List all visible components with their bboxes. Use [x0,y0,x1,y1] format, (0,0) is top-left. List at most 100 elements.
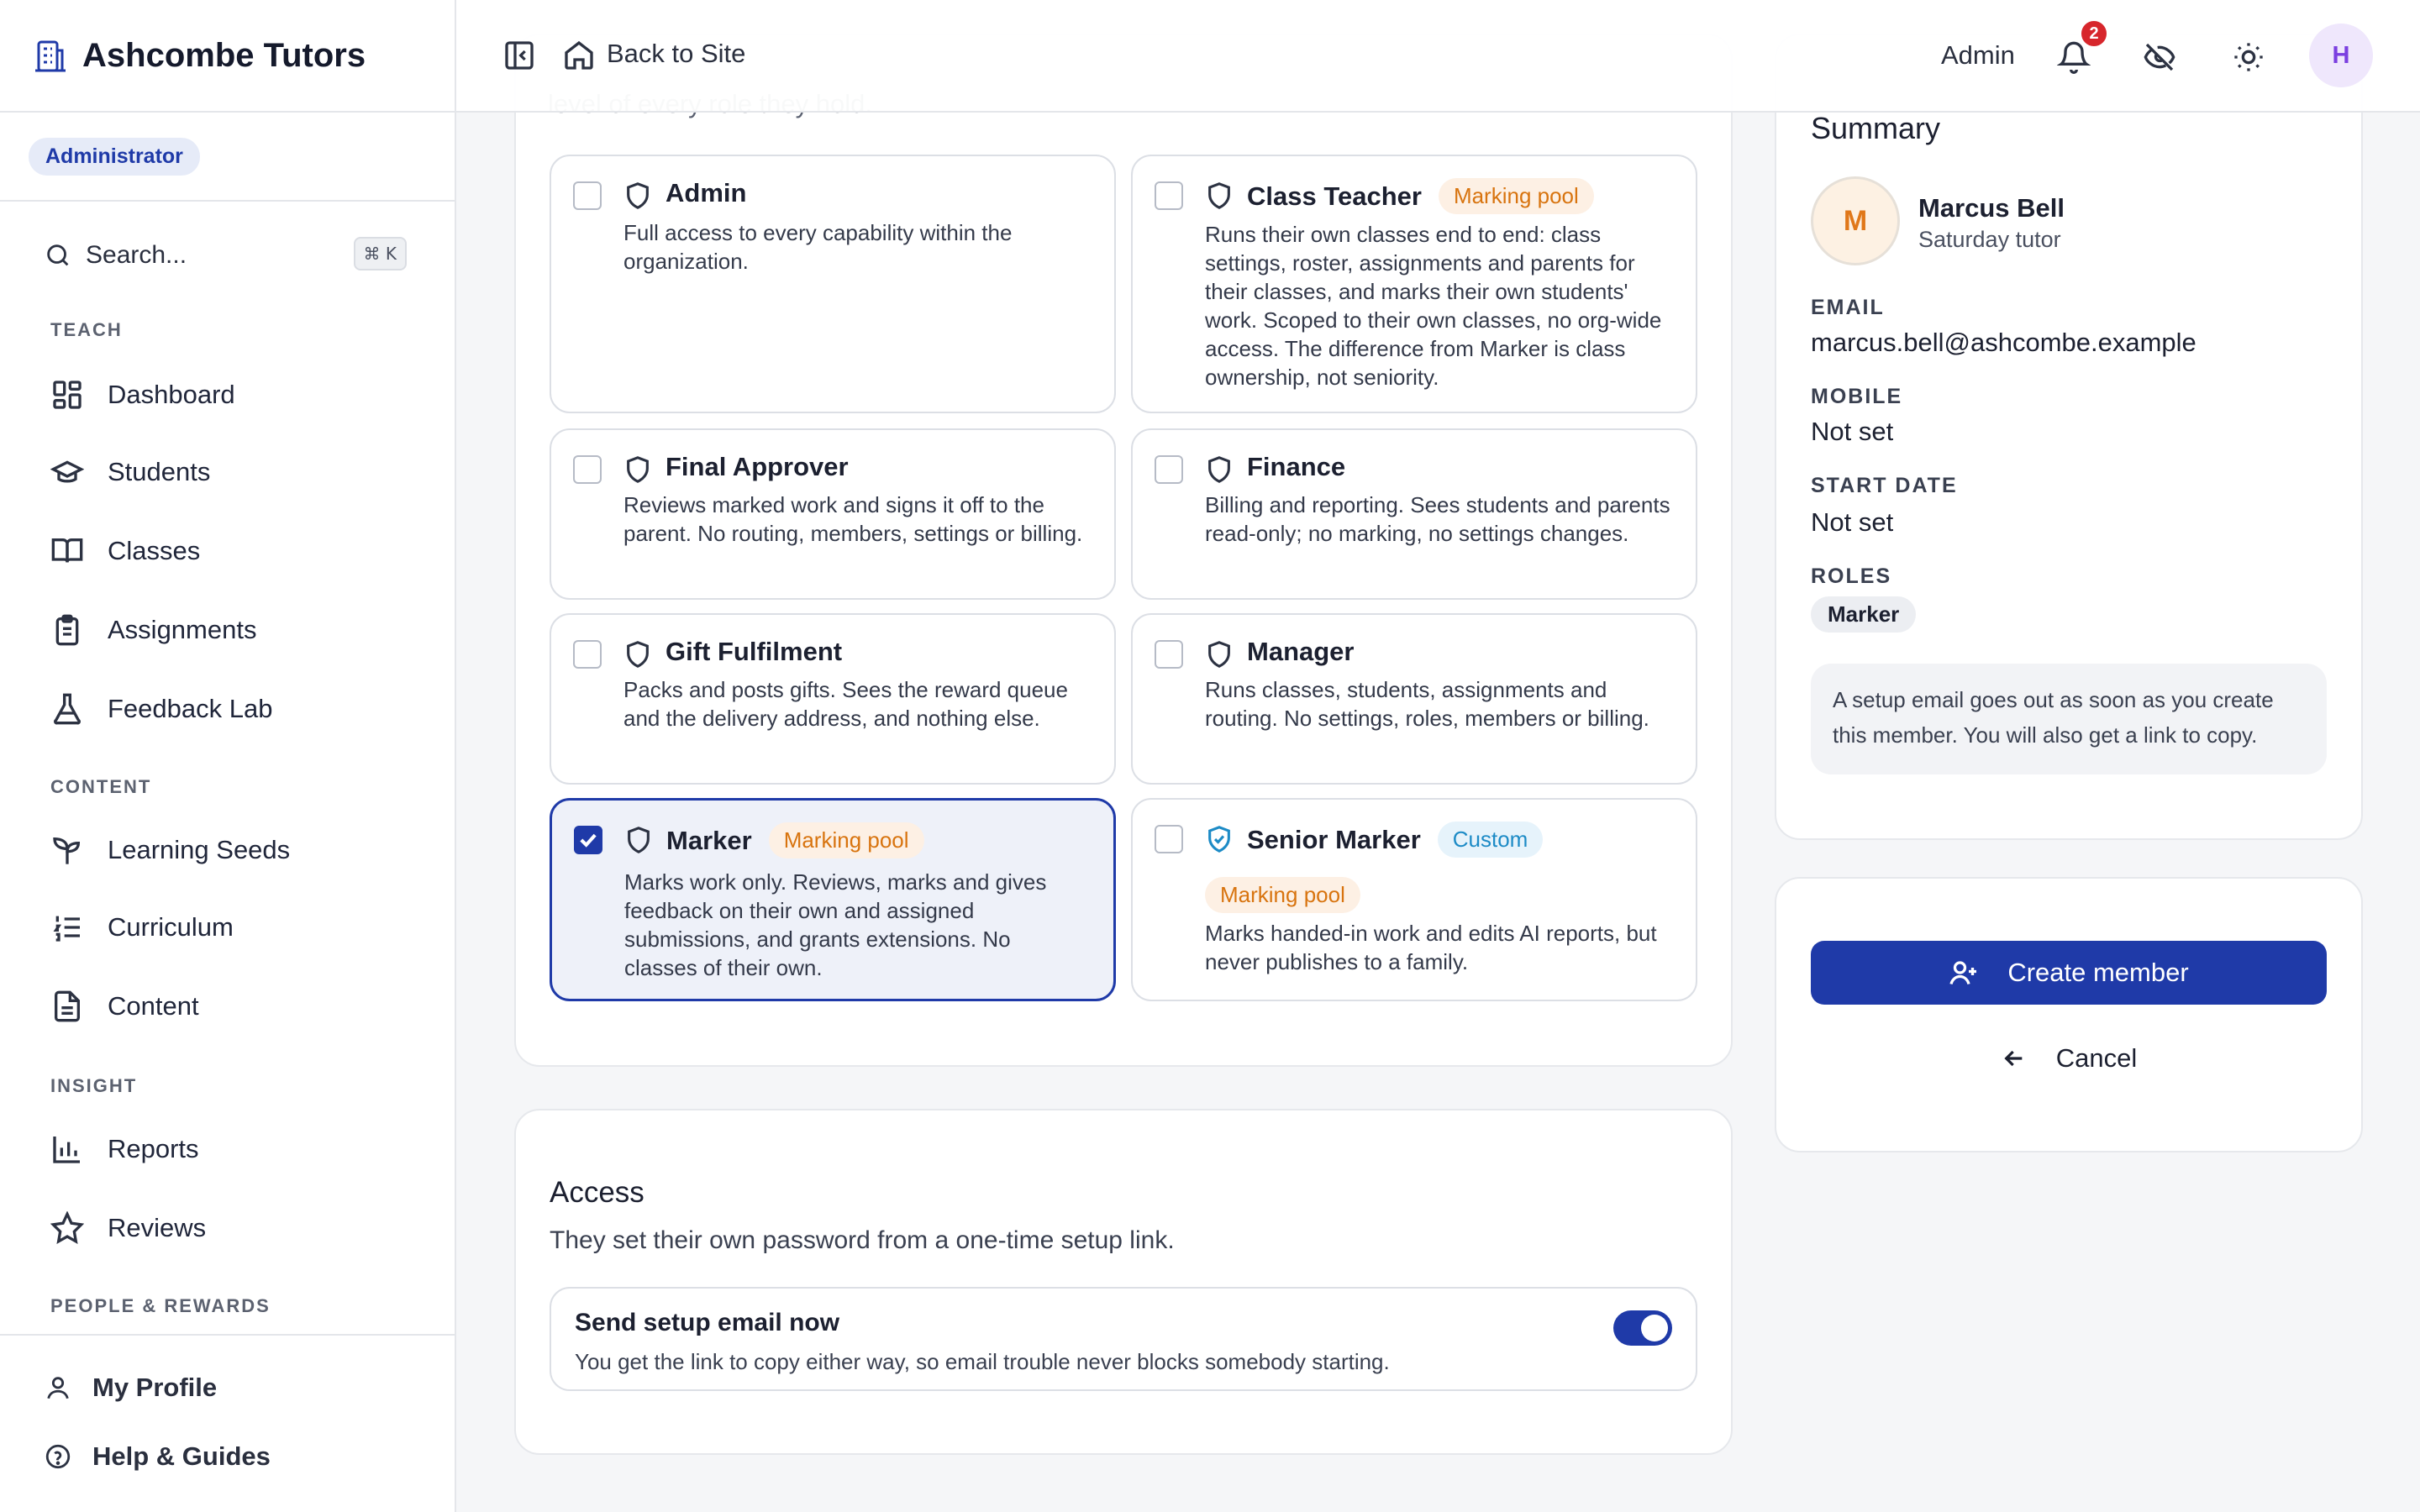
sun-icon[interactable] [2232,40,2265,74]
role-description: Runs their own classes end to end: class… [1205,222,1662,390]
user-plus-icon [1949,961,1977,985]
role-card-marker[interactable]: Marker Marking pool Marks work only. Revi… [550,798,1116,1001]
marking-pool-tag: Marking pool [1205,877,1360,913]
role-name: Gift Fulfilment [666,637,843,666]
flask-icon [54,693,81,725]
sidebar-item-content[interactable]: Content [50,981,199,1032]
role-name: Manager [1247,637,1355,666]
marking-pool-tag: Marking pool [768,822,924,858]
star-icon [50,1211,84,1245]
role-description: Marks work only. Reviews, marks and give… [624,869,1047,980]
eye-off-icon[interactable] [2143,40,2176,74]
access-card [514,1109,1733,1455]
sidebar-item-students[interactable]: Students [50,447,210,497]
sidebar-item-label: Feedback Lab [108,694,273,723]
search-input[interactable]: Search... ⌘ K [44,234,407,277]
cancel-button[interactable]: Cancel [1811,1026,2327,1090]
sidebar-item-assignments[interactable]: Assignments [50,605,256,655]
role-checkbox[interactable] [1155,640,1183,669]
help-guides-label: Help & Guides [92,1441,271,1471]
search-placeholder: Search... [86,241,187,269]
role-title: Class Teacher Marking pool [1247,178,1594,214]
setup-email-toggle[interactable] [1613,1310,1672,1346]
role-chip: Marker [1811,596,1917,633]
email-label: EMAIL [1811,296,1885,319]
marking-pool-tag: Marking pool [1438,178,1594,214]
cancel-label: Cancel [2055,1043,2138,1073]
file-text-icon [55,990,80,1022]
role-description: Billing and reporting. Sees students and… [1205,492,1670,546]
setup-email-description: You get the link to copy either way, so … [575,1349,1390,1374]
user-menu-label[interactable]: Admin [1941,40,2015,71]
sidebar-item-classes[interactable]: Classes [50,526,200,576]
sidebar-footer: My Profile Help & Guides [0,1334,455,1512]
role-title: Senior Marker Custom [1247,822,1544,858]
member-avatar: M [1811,176,1900,265]
create-member-button[interactable]: Create member [1811,941,2327,1005]
graduation-cap-icon [50,460,84,483]
role-checkbox[interactable] [573,640,602,669]
member-name: Marcus Bell [1918,193,2065,223]
building-icon [35,40,66,72]
sidebar-toggle-icon[interactable] [502,39,536,72]
sidebar-item-label: Reviews [108,1213,207,1242]
brand[interactable]: Ashcombe Tutors [0,0,455,113]
back-to-site-link[interactable]: Back to Site [607,39,745,69]
sprout-icon [53,837,81,864]
access-subtitle: They set their own password from a one-t… [550,1226,1175,1254]
brand-name: Ashcombe Tutors [82,36,366,74]
role-description: Runs classes, students, assignments and … [1205,677,1649,731]
role-checkbox[interactable] [1155,455,1183,484]
sidebar-item-reports[interactable]: Reports [50,1124,199,1174]
role-description: Packs and posts gifts. Sees the reward q… [623,677,1068,731]
sidebar-item-learning-seeds[interactable]: Learning Seeds [50,825,290,875]
arrow-left-icon [2004,1050,2023,1067]
shield-icon [628,827,650,853]
dashboard-icon [53,381,82,409]
top-bar [456,0,2420,113]
role-checkbox[interactable] [1155,825,1183,853]
access-title: Access [550,1176,644,1209]
shield-icon [1208,641,1230,668]
email-value: marcus.bell@ashcombe.example [1811,328,2196,357]
role-checkbox[interactable] [573,181,602,210]
role-card-gift-fulfilment[interactable]: Gift Fulfilment Packs and posts gifts. S… [550,613,1116,785]
sidebar-item-curriculum[interactable]: Curriculum [50,902,234,953]
role-badge: Administrator [29,137,200,176]
sidebar-item-reviews[interactable]: Reviews [50,1203,206,1253]
sidebar-item-label: Classes [108,536,201,565]
roles-label: ROLES [1811,564,1892,588]
section-content: CONTENT [50,776,152,797]
notification-badge: 2 [2079,18,2109,49]
sidebar-item-label: Dashboard [108,380,235,409]
role-card-admin[interactable]: Admin Full access to every capability wi… [550,155,1116,413]
sidebar-item-feedback-lab[interactable]: Feedback Lab [50,684,272,734]
role-card-final-approver[interactable]: Final Approver Reviews marked work and s… [550,428,1116,600]
mobile-value: Not set [1811,417,1894,446]
home-icon[interactable] [562,39,596,72]
role-checkbox[interactable] [1155,181,1183,210]
help-guides-link[interactable]: Help & Guides [44,1441,271,1472]
role-card-senior-marker[interactable]: Senior Marker Custom Marking pool Marks h… [1131,798,1697,1001]
user-avatar[interactable]: H [2309,24,2373,87]
user-icon [47,1377,69,1399]
custom-tag: Custom [1437,822,1544,858]
role-name: Finance [1247,452,1346,481]
role-card-class-teacher[interactable]: Class Teacher Marking pool Runs their own… [1131,155,1697,413]
actions-card [1775,877,2363,1152]
shield-icon [627,182,649,209]
role-card-manager[interactable]: Manager Runs classes, students, assignme… [1131,613,1697,785]
help-circle-icon [45,1444,71,1469]
role-checkbox-checked[interactable] [574,826,602,854]
my-profile-link[interactable]: My Profile [44,1373,217,1403]
book-open-icon [51,538,83,563]
sidebar-item-label: Assignments [108,615,257,644]
role-name: Senior Marker [1247,824,1421,854]
sidebar-item-dashboard[interactable]: Dashboard [50,370,235,420]
section-insight: INSIGHT [50,1075,138,1096]
create-member-label: Create member [2007,958,2189,987]
shield-icon [1208,182,1230,209]
role-card-finance[interactable]: Finance Billing and reporting. Sees stud… [1131,428,1697,600]
role-checkbox[interactable] [573,455,602,484]
shield-check-icon [1208,826,1230,853]
